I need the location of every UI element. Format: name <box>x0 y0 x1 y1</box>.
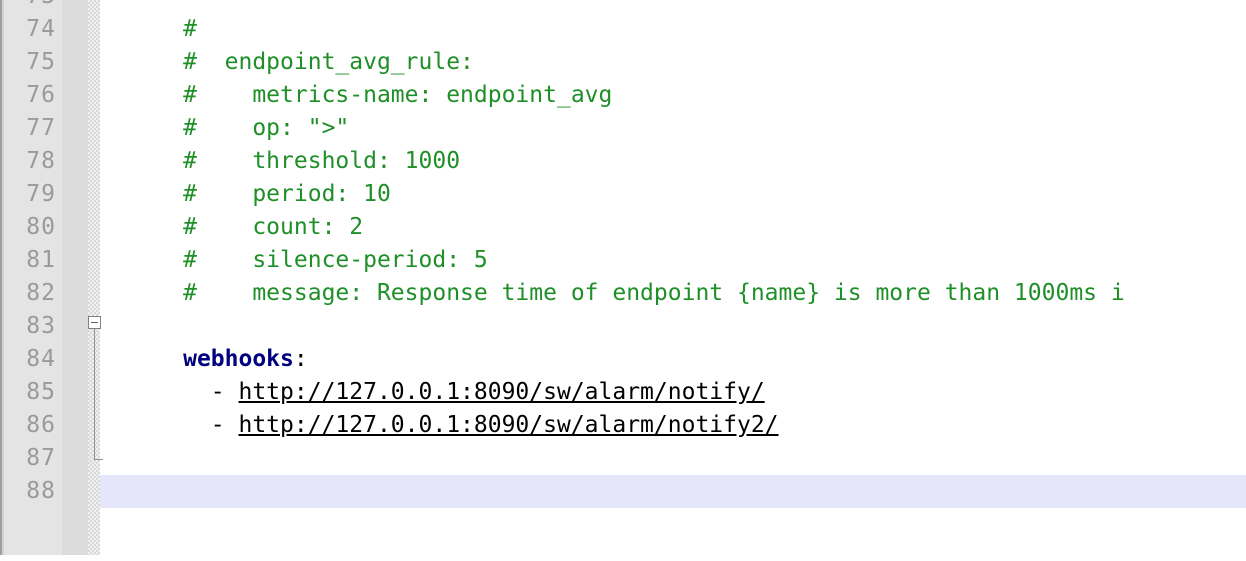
code-editor[interactable]: 73 74 75 76 77 78 79 80 81 82 83 84 85 8… <box>0 0 1246 561</box>
code-line: # op: ">" <box>100 79 1246 141</box>
fold-guide-line <box>94 329 95 459</box>
line-number: 77 <box>26 115 56 141</box>
code-line: # <box>100 0 1246 42</box>
line-number: 88 <box>26 478 56 504</box>
code-line: # metrics-name: endpoint_avg <box>100 46 1246 108</box>
fold-column[interactable] <box>88 0 100 555</box>
line-number: 84 <box>26 346 56 372</box>
line-number: 74 <box>26 16 56 42</box>
line-number: 78 <box>26 148 56 174</box>
code-line: # count: 2 <box>100 178 1246 240</box>
line-number: 79 <box>26 181 56 207</box>
line-number: 73 <box>0 0 56 13</box>
code-line-empty-active <box>100 475 1246 508</box>
code-area[interactable]: # # endpoint_avg_rule: # metrics-name: e… <box>100 0 1246 561</box>
gutter-band <box>62 0 88 555</box>
editor-gutter[interactable]: 73 74 75 76 77 78 79 80 81 82 83 84 85 8… <box>0 0 103 555</box>
line-number: 81 <box>26 247 56 273</box>
code-line: webhooks: <box>100 310 1246 372</box>
line-number: 75 <box>26 49 56 75</box>
line-number: 76 <box>26 82 56 108</box>
line-number-column: 73 74 75 76 77 78 79 80 81 82 83 84 85 8… <box>0 0 62 555</box>
line-number: 86 <box>26 412 56 438</box>
code-line: # endpoint_avg_rule: <box>100 13 1246 75</box>
line-number: 83 <box>26 313 56 339</box>
line-number: 85 <box>26 379 56 405</box>
code-line: # threshold: 1000 <box>100 112 1246 174</box>
code-line: # message: Response time of endpoint {na… <box>100 244 1246 306</box>
code-line: # period: 10 <box>100 145 1246 207</box>
code-line: # silence-period: 5 <box>100 211 1246 273</box>
code-line: - http://127.0.0.1:8090/sw/alarm/notify/ <box>100 343 1246 405</box>
line-number: 87 <box>26 445 56 471</box>
line-number: 80 <box>26 214 56 240</box>
line-number: 82 <box>26 280 56 306</box>
code-line: - http://127.0.0.1:8090/sw/alarm/notify2… <box>100 376 1246 438</box>
